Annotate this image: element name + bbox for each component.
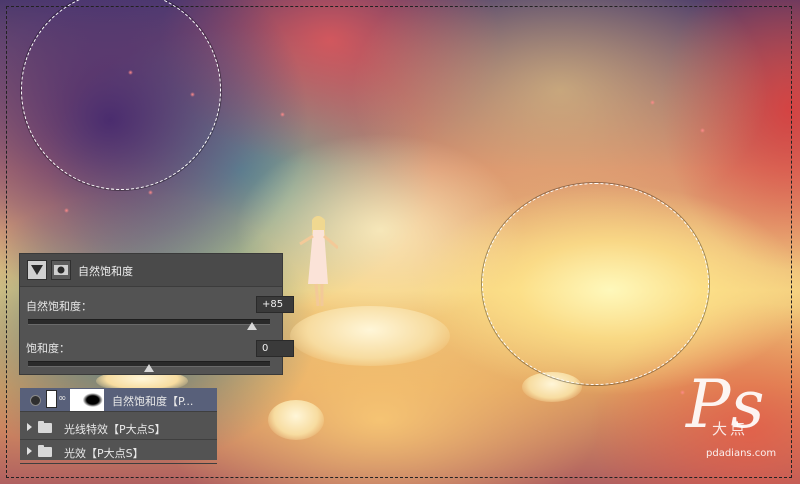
- mask-glyph: [54, 265, 68, 275]
- expand-triangle-icon[interactable]: [27, 423, 32, 431]
- mask-icon[interactable]: [51, 260, 71, 280]
- properties-title: 自然饱和度: [78, 265, 133, 278]
- folder-icon: [38, 421, 52, 433]
- properties-header: 自然饱和度: [20, 254, 282, 287]
- saturation-value-input[interactable]: 0: [256, 340, 294, 357]
- layers-panel: ∞ 自然饱和度【P... 光线特效【P大点S】 光效【P大点S】: [20, 388, 217, 464]
- folder-icon: [38, 445, 52, 457]
- adjustment-triangle-glyph: [31, 265, 43, 275]
- vibrance-label: 自然饱和度：: [26, 300, 92, 313]
- saturation-label: 饱和度：: [26, 342, 70, 355]
- visibility-eye-icon[interactable]: [30, 395, 41, 406]
- layer-row-vibrance[interactable]: ∞ 自然饱和度【P...: [20, 388, 217, 412]
- saturation-slider-thumb[interactable]: [144, 364, 154, 372]
- vibrance-slider-thumb[interactable]: [246, 322, 257, 330]
- layer-mask-thumbnail[interactable]: [70, 389, 104, 411]
- vibrance-value-input[interactable]: +85: [256, 296, 294, 313]
- adjustment-layer-thumbnail: [46, 390, 57, 408]
- group-name: 光线特效【P大点S】: [64, 423, 166, 436]
- properties-panel: 自然饱和度 自然饱和度： +85 饱和度： 0: [20, 254, 294, 374]
- vibrance-slider-track[interactable]: [28, 319, 270, 330]
- watermark-url: pdadians.com: [706, 448, 777, 459]
- group-name: 光效【P大点S】: [64, 447, 144, 460]
- watermark-text: 大点: [712, 420, 749, 438]
- layer-name: 自然饱和度【P...: [112, 395, 194, 408]
- saturation-slider-track[interactable]: [28, 361, 270, 372]
- chain-link-icon[interactable]: ∞: [58, 393, 66, 404]
- expand-triangle-icon[interactable]: [27, 447, 32, 455]
- layer-row-group[interactable]: 光线特效【P大点S】: [20, 416, 217, 440]
- adjustment-triangle-icon[interactable]: [27, 260, 47, 280]
- layer-row-group[interactable]: 光效【P大点S】: [20, 440, 217, 464]
